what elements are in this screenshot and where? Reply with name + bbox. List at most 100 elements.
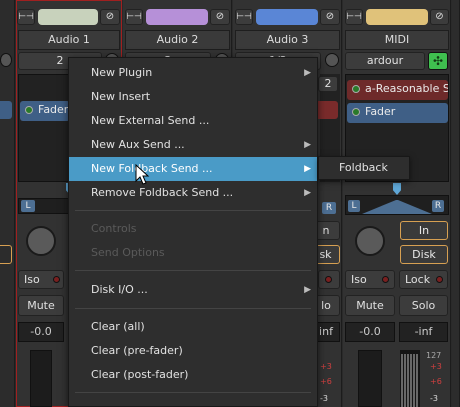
strip-color-bar[interactable] [366,9,428,25]
menu-separator [75,392,311,393]
iso-led-icon [53,276,60,283]
menu-item-new-external-send[interactable]: New External Send ... [69,109,317,133]
strip4-mute-button[interactable]: Mute [345,295,395,316]
menu-separator [75,210,311,211]
iso-led-icon [382,276,389,283]
strip2-name-button[interactable]: Audio 2 [125,30,230,50]
width-toggle-icon[interactable]: ⊢⊣ [125,9,143,25]
menu-item-controls[interactable]: Controls [69,217,317,241]
iso-label: Iso [24,273,40,286]
menu-item-new-aux-send[interactable]: New Aux Send ... ▶ [69,133,317,157]
submenu-arrow-icon: ▶ [304,68,311,78]
menu-item-disk-io[interactable]: Disk I/O ... ▶ [69,278,317,302]
strip4-fader-processor[interactable]: Fader [347,103,448,123]
width-toggle-icon[interactable]: ⊢⊣ [17,9,35,25]
meter-scale-label: -3 [430,394,438,403]
iso-label: Iso [351,273,367,286]
hide-strip-icon[interactable]: ⊘ [430,9,449,25]
meter-ticks-icon [401,354,418,407]
strip3-meter-scale-label: +6 [320,377,332,386]
strip-color-bar[interactable] [146,9,208,25]
menu-item-label: Send Options [91,246,165,259]
strip4-name-button[interactable]: MIDI [345,30,449,50]
strip4-panner[interactable]: L R [345,195,449,215]
hide-strip-icon[interactable]: ⊘ [100,9,120,25]
menu-item-label: New Aux Send ... [91,138,185,151]
lock-led-icon [436,276,443,283]
strip3-meter-scale-label: +3 [320,362,332,371]
strip1-fader-processor[interactable]: Fader [20,101,70,121]
strip1-top-bar: ⊢⊣ ⊘ [16,6,122,28]
hide-strip-icon[interactable]: ⊘ [320,9,340,25]
menu-item-label: Clear (pre-fader) [91,344,183,357]
strip4-in-button[interactable]: In [400,221,448,240]
synth-plugin-processor[interactable]: a-Reasonable Synth [347,80,448,100]
submenu-item-foldback[interactable]: Foldback [339,161,388,174]
strip3-phase-knob-icon[interactable] [325,53,339,67]
menu-item-label: Clear (post-fader) [91,368,189,381]
submenu-arrow-icon: ▶ [304,188,311,198]
strip4-solo-button[interactable]: Solo [399,295,448,316]
menu-item-remove-foldback-send[interactable]: Remove Foldback Send ... ▶ [69,181,317,205]
menu-item-clear-pre-fader[interactable]: Clear (pre-fader) [69,339,317,363]
mouse-pointer-icon [135,164,150,185]
strip1-fader[interactable] [30,350,52,407]
strip-color-bar[interactable] [256,9,318,25]
strip-right-edge [452,0,460,407]
width-toggle-icon[interactable]: ⊢⊣ [345,9,363,25]
strip4-gain-display[interactable]: -0.0 [345,322,395,342]
menu-item-send-options[interactable]: Send Options [69,241,317,265]
strip3-input-right-button[interactable]: 2 [318,76,338,92]
menu-item-new-foldback-send[interactable]: New Foldback Send ... ▶ [69,157,317,181]
menu-separator [75,270,311,271]
midi-input-enable-icon[interactable]: ✣ [428,52,448,70]
menu-item-clear-post-fader[interactable]: Clear (post-fader) [69,363,317,387]
strip1-name-button[interactable]: Audio 1 [18,30,120,50]
strip1-gain-display[interactable]: -0.0 [18,322,64,342]
strip3-name-button[interactable]: Audio 3 [235,30,340,50]
strip3-red-processor[interactable] [318,101,338,119]
strip4-lock-button[interactable]: Lock [399,270,448,289]
menu-item-label: New Plugin [91,66,153,79]
menu-item-label: Clear (all) [91,320,145,333]
menu-item-clear-all[interactable]: Clear (all) [69,315,317,339]
strip4-peak-display[interactable]: -inf [399,322,448,342]
processor-active-led[interactable] [25,106,33,114]
processor-active-led[interactable] [352,85,360,93]
menu-item-label: Remove Foldback Send ... [91,186,234,199]
menu-separator [75,308,311,309]
strip1-mute-button[interactable]: Mute [18,295,64,316]
hide-strip-icon[interactable]: ⊘ [210,9,230,25]
strip3-lock-partial[interactable] [318,270,340,289]
submenu-arrow-icon: ▶ [304,285,311,295]
width-toggle-icon[interactable]: ⊢⊣ [235,9,253,25]
meter-scale-label: 127 [426,351,442,360]
menu-item-label: New External Send ... [91,114,210,127]
strip3-meter-scale-label: -3 [320,394,328,403]
meter-scale-label: +3 [430,362,442,371]
strip4-fader[interactable] [358,350,382,407]
strip4-disk-button[interactable]: Disk [400,245,448,264]
strip4-record-button-icon[interactable] [355,226,385,256]
menu-item-label: Controls [91,222,137,235]
lock-led-icon [325,276,332,283]
strip4-iso-button[interactable]: Iso [345,270,395,289]
submenu-arrow-icon: ▶ [304,140,311,150]
processor-active-led[interactable] [352,108,360,116]
strip2-top-bar: ⊢⊣ ⊘ [123,6,232,28]
strip4-input-button[interactable]: ardour [345,52,425,70]
strip-color-bar[interactable] [38,9,98,25]
strip3-pan-right-label: R [322,202,336,214]
processor-context-menu: New Plugin ▶ New Insert New External Sen… [68,57,318,407]
menu-item-label: Disk I/O ... [91,283,148,296]
left-knob-icon[interactable] [0,53,12,67]
menu-item-new-insert[interactable]: New Insert [69,85,317,109]
processor-label: Fader [38,103,69,116]
pan-left-label: L [21,200,35,212]
strip1-iso-button[interactable]: Iso [18,270,64,289]
left-edge-orange-button[interactable] [0,245,12,264]
pan-left-label: L [348,200,360,212]
pan-right-label: R [432,200,444,212]
menu-item-new-plugin[interactable]: New Plugin ▶ [69,61,317,85]
strip1-record-button-icon[interactable] [26,226,56,256]
